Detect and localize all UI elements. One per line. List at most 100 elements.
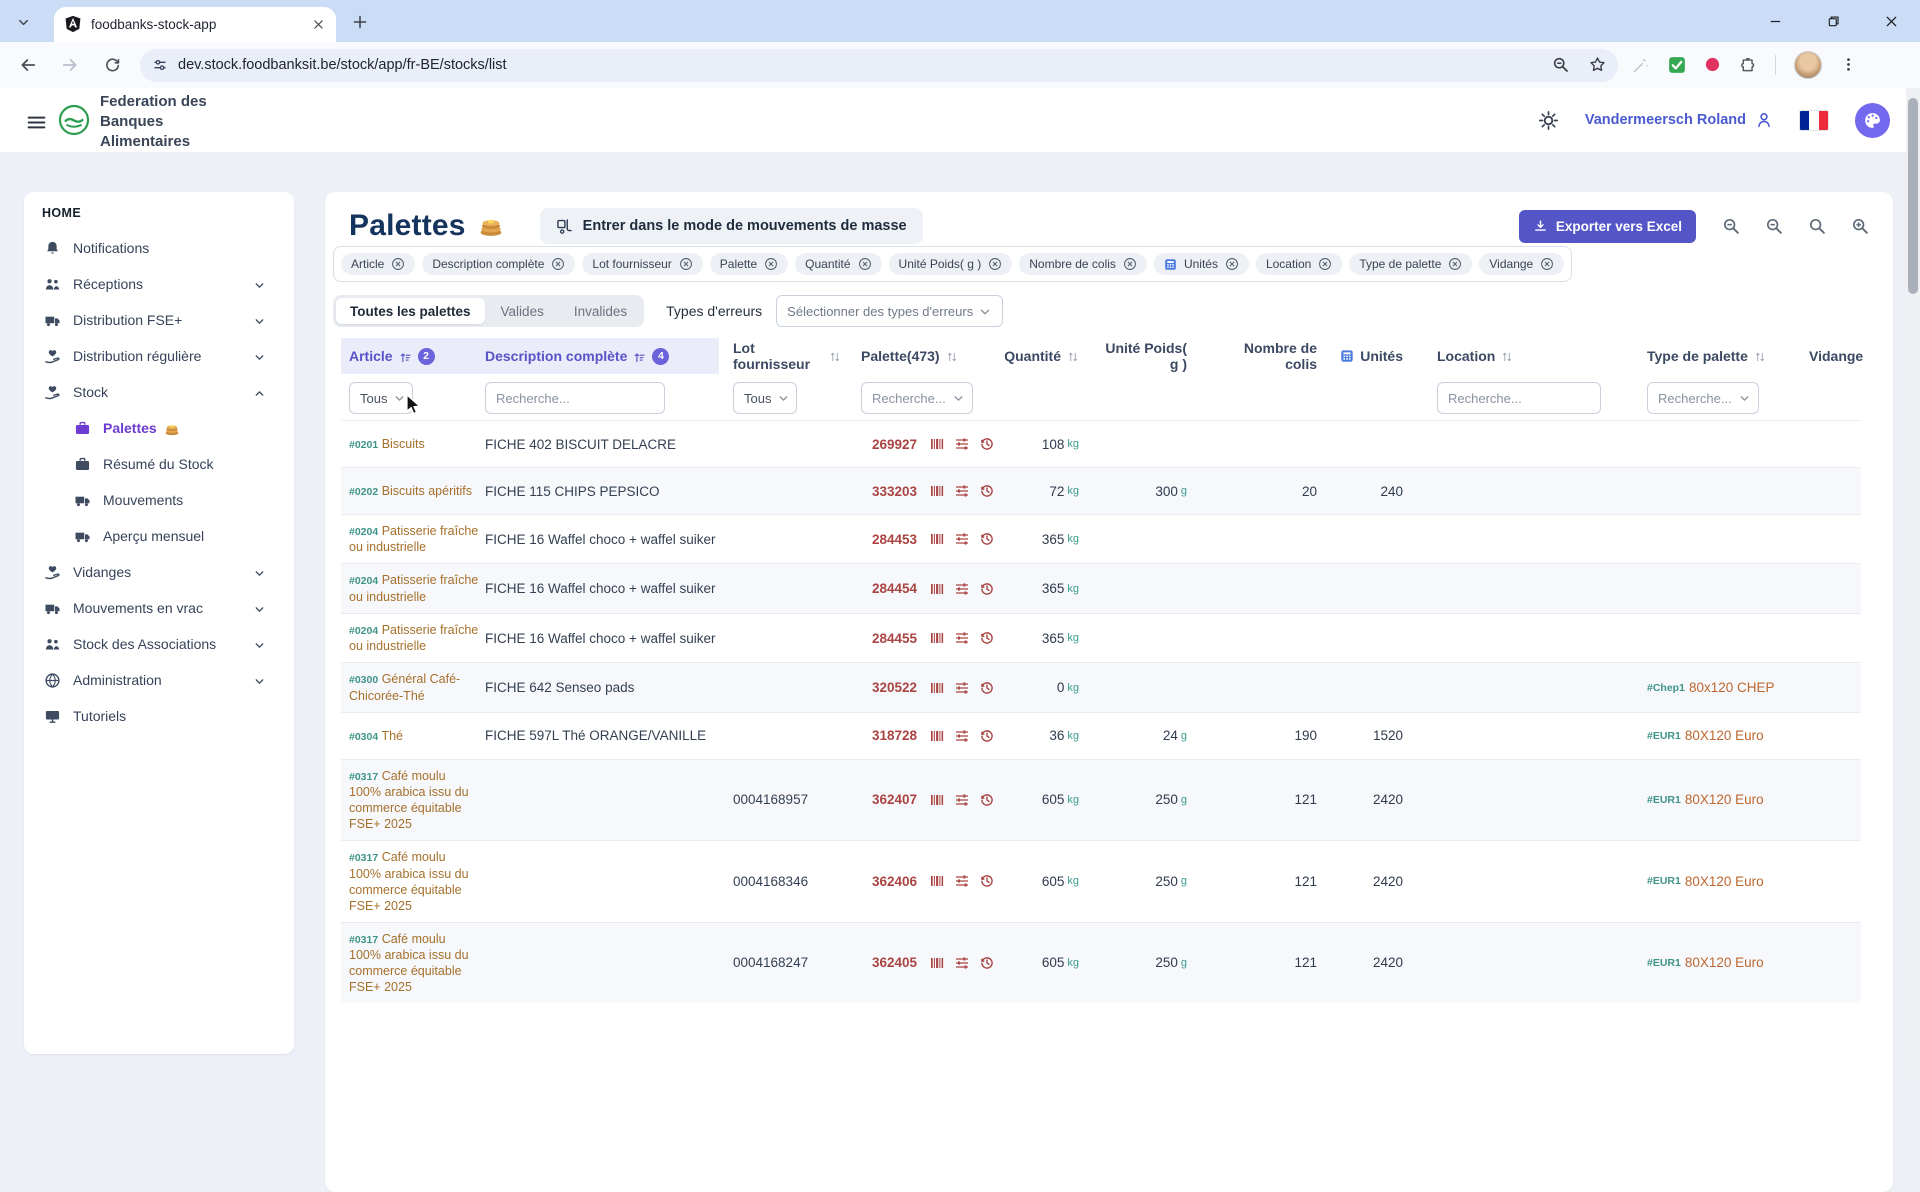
column-header-palette[interactable]: Palette(473) (841, 338, 1003, 374)
sidebar-item-receptions[interactable]: Réceptions (24, 266, 294, 302)
table-row[interactable]: #0202 Biscuits apéritifsFICHE 115 CHIPS … (341, 467, 1861, 514)
filter-input-location[interactable] (1437, 382, 1601, 414)
history-icon[interactable] (979, 680, 995, 696)
sidebar-item-resume-du-stock[interactable]: Résumé du Stock (24, 446, 294, 482)
table-row[interactable]: #0204 Patisserie fraîche ou industrielle… (341, 563, 1861, 612)
filter-chip-nombre-de-colis[interactable]: Nombre de colis (1019, 253, 1147, 275)
history-icon[interactable] (979, 792, 995, 808)
filter-select-article[interactable]: Tous (349, 382, 413, 414)
column-header-colis[interactable]: Nombre de colis (1209, 338, 1331, 374)
tab-close-icon[interactable] (310, 17, 326, 33)
chip-remove-icon[interactable] (1448, 257, 1462, 271)
zoom-out-icon[interactable] (1722, 217, 1740, 235)
zoom-out-icon[interactable] (1765, 217, 1783, 235)
column-header-lot[interactable]: Lot fournisseur (719, 338, 841, 374)
history-icon[interactable] (979, 728, 995, 744)
scrollbar-thumb[interactable] (1908, 98, 1918, 294)
extension-check-icon[interactable] (1668, 56, 1686, 74)
back-button[interactable] (14, 51, 42, 79)
tab-toutes-les-palettes[interactable]: Toutes les palettes (336, 298, 485, 324)
filter-chip-unit-s[interactable]: Unités (1154, 253, 1249, 275)
barcode-icon[interactable] (929, 680, 945, 696)
column-header-desc[interactable]: Description complète4 (481, 338, 719, 374)
sliders-icon[interactable] (954, 436, 970, 452)
mass-movement-mode-button[interactable]: Entrer dans le mode de mouvements de mas… (540, 208, 923, 244)
chip-remove-icon[interactable] (551, 257, 565, 271)
browser-tab[interactable]: foodbanks-stock-app (54, 7, 336, 42)
barcode-icon[interactable] (929, 436, 945, 452)
barcode-icon[interactable] (929, 483, 945, 499)
filter-chip-unit-poids-g[interactable]: Unité Poids( g ) (889, 253, 1013, 275)
palette-number-link[interactable]: 333203 (861, 484, 917, 499)
sidebar-item-tutoriels[interactable]: Tutoriels (24, 698, 294, 734)
column-header-vidange[interactable]: Vidange (1797, 338, 1861, 374)
history-icon[interactable] (979, 630, 995, 646)
export-excel-button[interactable]: Exporter vers Excel (1519, 210, 1696, 243)
filter-input-desc[interactable] (485, 382, 665, 414)
chip-remove-icon[interactable] (764, 257, 778, 271)
close-x-icon[interactable] (312, 18, 325, 31)
palette-number-link[interactable]: 362407 (861, 792, 917, 807)
sidebar-item-apercu-mensuel[interactable]: Aperçu mensuel (24, 518, 294, 554)
column-header-type[interactable]: Type de palette (1619, 338, 1797, 374)
history-icon[interactable] (979, 483, 995, 499)
history-icon[interactable] (979, 436, 995, 452)
sidebar-item-mouvements[interactable]: Mouvements (24, 482, 294, 518)
sidebar-item-distribution-fse[interactable]: Distribution FSE+ (24, 302, 294, 338)
filter-combo-palette[interactable] (861, 382, 973, 414)
palette-number-link[interactable]: 320522 (861, 680, 917, 695)
filter-chip-type-de-palette[interactable]: Type de palette (1349, 253, 1472, 275)
sliders-icon[interactable] (954, 728, 970, 744)
sidebar-item-distribution-reguliere[interactable]: Distribution régulière (24, 338, 294, 374)
extension-record-icon[interactable] (1704, 56, 1721, 74)
table-row[interactable]: #0304 ThéFICHE 597L Thé ORANGE/VANILLE31… (341, 712, 1861, 759)
search-icon[interactable] (1808, 217, 1826, 235)
barcode-icon[interactable] (929, 630, 945, 646)
table-row[interactable]: #0300 Général Café-Chicorée-ThéFICHE 642… (341, 662, 1861, 711)
chip-remove-icon[interactable] (1540, 257, 1554, 271)
table-row[interactable]: #0317 Café moulu 100% arabica issu du co… (341, 840, 1861, 921)
sliders-icon[interactable] (954, 581, 970, 597)
filter-chip-location[interactable]: Location (1256, 253, 1342, 275)
site-settings-icon[interactable] (152, 56, 168, 74)
sliders-icon[interactable] (954, 531, 970, 547)
barcode-icon[interactable] (929, 873, 945, 889)
error-types-select[interactable]: Sélectionner des types d'erreurs (776, 295, 1003, 327)
filter-chip-palette[interactable]: Palette (710, 253, 788, 275)
window-minimize-button[interactable] (1746, 0, 1804, 42)
palette-number-link[interactable]: 284455 (861, 631, 917, 646)
table-row[interactable]: #0204 Patisserie fraîche ou industrielle… (341, 613, 1861, 662)
history-icon[interactable] (979, 581, 995, 597)
palette-number-link[interactable]: 362406 (861, 874, 917, 889)
sidebar-item-mouvements-en-vrac[interactable]: Mouvements en vrac (24, 590, 294, 626)
chip-remove-icon[interactable] (988, 257, 1002, 271)
browser-menu-icon[interactable] (1840, 56, 1857, 74)
zoom-out-icon[interactable] (1552, 56, 1569, 74)
sliders-icon[interactable] (954, 873, 970, 889)
extensions-puzzle-icon[interactable] (1739, 56, 1757, 74)
bookmark-star-icon[interactable] (1589, 56, 1606, 74)
browser-profile-avatar[interactable] (1794, 51, 1822, 79)
column-header-unites[interactable]: Unités (1331, 338, 1413, 374)
plus-icon[interactable] (352, 14, 368, 30)
history-icon[interactable] (979, 531, 995, 547)
filter-chip-vidange[interactable]: Vidange (1479, 253, 1564, 275)
sidebar-item-vidanges[interactable]: Vidanges (24, 554, 294, 590)
forward-button[interactable] (56, 51, 84, 79)
tab-list-chevron-icon[interactable] (12, 11, 34, 33)
chip-remove-icon[interactable] (1225, 257, 1239, 271)
reload-button[interactable] (98, 51, 126, 79)
new-tab-button[interactable] (350, 12, 370, 32)
tab-valides[interactable]: Valides (487, 298, 558, 324)
sidebar-item-palettes[interactable]: Palettes (24, 410, 294, 446)
sliders-icon[interactable] (954, 792, 970, 808)
chip-remove-icon[interactable] (1123, 257, 1137, 271)
sidebar-item-administration[interactable]: Administration (24, 662, 294, 698)
palette-number-link[interactable]: 362405 (861, 955, 917, 970)
chip-remove-icon[interactable] (679, 257, 693, 271)
history-icon[interactable] (979, 873, 995, 889)
address-bar[interactable]: dev.stock.foodbanksit.be/stock/app/fr-BE… (140, 49, 1618, 82)
barcode-icon[interactable] (929, 792, 945, 808)
sliders-icon[interactable] (954, 630, 970, 646)
column-header-quantite[interactable]: Quantité (1003, 338, 1099, 374)
